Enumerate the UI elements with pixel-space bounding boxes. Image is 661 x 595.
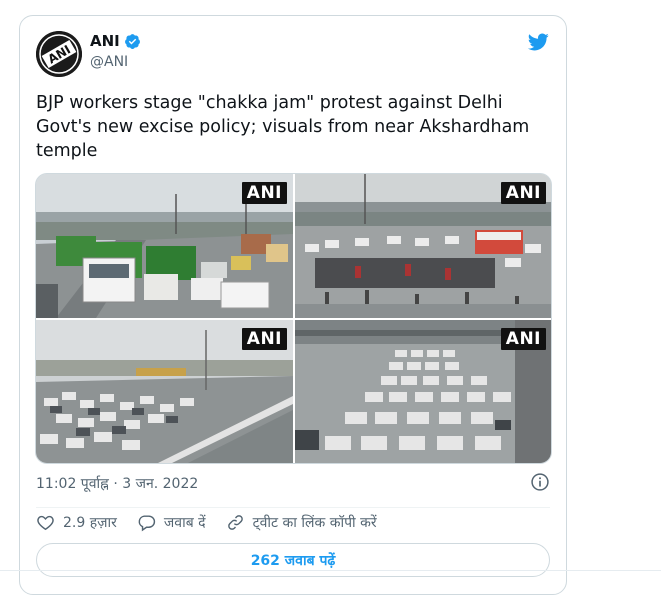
author-handle[interactable]: @ANI [90, 54, 128, 70]
reply-label: जवाब दें [163, 515, 206, 531]
action-bar: 2.9 हज़ार जवाब दें ट्वीट का लिंक कॉपी कर… [36, 513, 397, 532]
media-image-1[interactable]: ANI [36, 174, 293, 318]
watermark-badge: ANI [241, 182, 287, 204]
info-icon[interactable] [530, 472, 550, 492]
like-count: 2.9 हज़ार [63, 515, 117, 531]
verified-badge-icon [124, 33, 140, 49]
watermark-badge: ANI [241, 328, 287, 350]
like-button[interactable]: 2.9 हज़ार [36, 513, 117, 532]
avatar[interactable]: ANI [36, 31, 82, 77]
divider [36, 507, 550, 508]
tweet-card[interactable]: ANI ANI @ANI BJP workers stage "chakka j… [19, 15, 567, 595]
tweet-text: BJP workers stage "chakka jam" protest a… [36, 93, 530, 161]
tweet-timestamp[interactable]: 11:02 पूर्वाह्न · 3 जन. 2022 [36, 474, 198, 493]
media-image-3[interactable]: ANI [36, 320, 293, 463]
reply-bubble-icon [138, 515, 155, 532]
watermark-badge: ANI [500, 328, 546, 350]
watermark-badge: ANI [500, 182, 546, 204]
author-name-row[interactable]: ANI [90, 32, 141, 50]
copy-link-label: ट्वीट का लिंक कॉपी करें [252, 515, 377, 531]
read-replies-button[interactable]: 262 जवाब पढ़ें [36, 543, 550, 577]
ani-logo-icon: ANI [36, 31, 82, 77]
reply-button[interactable]: जवाब दें [137, 513, 206, 532]
copy-link-button[interactable]: ट्वीट का लिंक कॉपी करें [226, 513, 377, 532]
heart-icon [37, 515, 54, 531]
media-image-2[interactable]: ANI [295, 174, 551, 318]
author-name[interactable]: ANI [90, 32, 120, 50]
page-bottom-divider [0, 570, 661, 571]
media-grid[interactable]: ANI ANI ANI ANI [35, 173, 552, 464]
media-image-4[interactable]: ANI [295, 320, 551, 463]
link-icon [227, 515, 243, 530]
twitter-bird-icon[interactable] [526, 31, 550, 53]
